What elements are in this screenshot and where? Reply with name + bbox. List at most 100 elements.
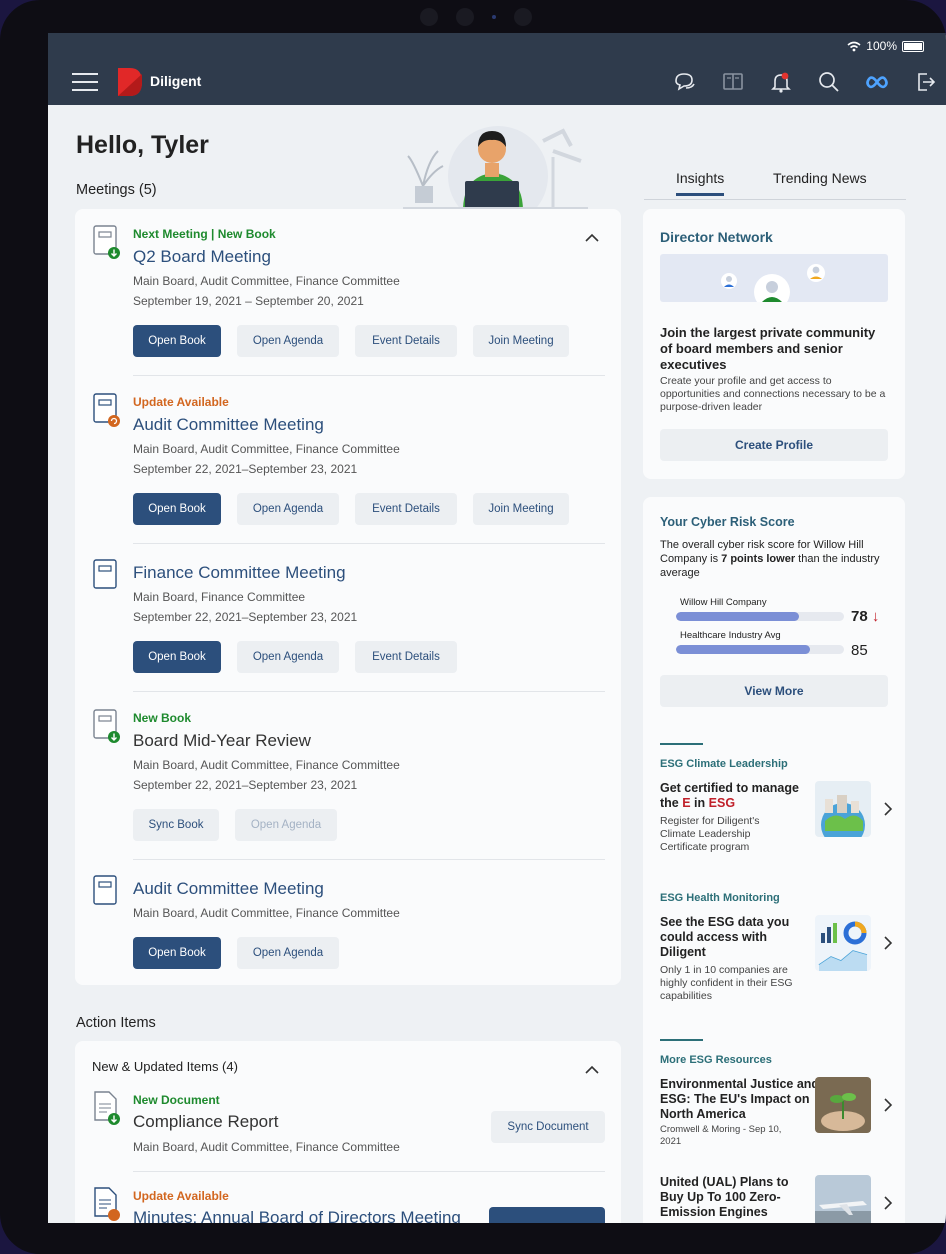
- meeting-groups: Main Board, Audit Committee, Finance Com…: [133, 906, 400, 920]
- insights-card: Your Cyber Risk Score The overall cyber …: [643, 497, 905, 1223]
- esg-body: Cromwell & Moring - Sep 10, 2021: [660, 1124, 782, 1147]
- esg-category: ESG Health Monitoring: [660, 892, 780, 904]
- chevron-right-icon[interactable]: [883, 935, 893, 951]
- menu-icon[interactable]: [72, 73, 98, 91]
- primary-action-button[interactable]: [489, 1207, 605, 1223]
- open-book-button[interactable]: Open Book: [133, 937, 221, 969]
- esg-body: Register for Diligent's Climate Leadersh…: [660, 815, 760, 853]
- book-update-icon: [93, 393, 120, 427]
- main-content: Hello, Tyler Meetings (5) Next Meeting |…: [48, 105, 946, 1223]
- open-agenda-button[interactable]: Open Agenda: [237, 937, 339, 969]
- connect-icon[interactable]: [864, 69, 890, 95]
- action-items-heading: Action Items: [76, 1015, 156, 1031]
- document-new-icon: [94, 1091, 120, 1125]
- bar-label: Healthcare Industry Avg: [680, 630, 781, 641]
- meeting-groups: Main Board, Audit Committee, Finance Com…: [133, 758, 400, 772]
- meetings-card: Next Meeting | New Book Q2 Board Meeting…: [75, 209, 621, 985]
- book-new-icon: [93, 225, 120, 259]
- airplane-thumbnail: [815, 1175, 871, 1223]
- open-book-button[interactable]: Open Book: [133, 325, 221, 357]
- chevron-right-icon[interactable]: [883, 801, 893, 817]
- create-profile-button[interactable]: Create Profile: [660, 429, 888, 461]
- meeting-title[interactable]: Finance Committee Meeting: [133, 563, 346, 583]
- join-meeting-button[interactable]: Join Meeting: [473, 325, 569, 357]
- bell-icon[interactable]: [768, 69, 794, 95]
- meeting-title[interactable]: Q2 Board Meeting: [133, 247, 271, 267]
- cyber-risk-text: The overall cyber risk score for Willow …: [660, 539, 880, 579]
- collapse-icon[interactable]: [585, 231, 599, 245]
- score-bar: [676, 645, 844, 654]
- document-tag: Update Available: [133, 1189, 229, 1203]
- event-details-button[interactable]: Event Details: [355, 325, 457, 357]
- event-details-button[interactable]: Event Details: [355, 493, 457, 525]
- device-frame: 100% Diligent Hello, Tyler Meetings (5) …: [0, 0, 946, 1254]
- diligent-logo: [118, 68, 142, 96]
- network-illustration: [660, 254, 888, 302]
- search-icon[interactable]: [816, 69, 842, 95]
- sync-document-button[interactable]: Sync Document: [491, 1111, 605, 1143]
- meeting-dates: September 22, 2021–September 23, 2021: [133, 462, 358, 476]
- open-agenda-button[interactable]: Open Agenda: [237, 493, 339, 525]
- battery-icon: [902, 40, 924, 52]
- esg-headline[interactable]: Environmental Justice and ESG: The EU's …: [660, 1077, 825, 1122]
- divider: [133, 543, 605, 544]
- esg-headline[interactable]: Get certified to manage the E in ESG: [660, 781, 805, 811]
- library-icon[interactable]: [720, 69, 746, 95]
- meeting-tag: Next Meeting | New Book: [133, 227, 276, 241]
- meeting-tag: New Book: [133, 711, 192, 725]
- meeting-groups: Main Board, Audit Committee, Finance Com…: [133, 442, 400, 456]
- tab-insights[interactable]: Insights: [676, 170, 725, 196]
- meeting-title[interactable]: Audit Committee Meeting: [133, 879, 324, 899]
- arrow-down-icon: ↓: [871, 608, 880, 625]
- app-bar: Diligent: [48, 57, 946, 105]
- status-bar: 100%: [48, 33, 946, 57]
- meeting-title[interactable]: Audit Committee Meeting: [133, 415, 324, 435]
- battery-percent: 100%: [866, 39, 897, 53]
- sync-book-button[interactable]: Sync Book: [133, 809, 219, 841]
- cyber-risk-title: Your Cyber Risk Score: [660, 515, 795, 529]
- open-book-button[interactable]: Open Book: [133, 641, 221, 673]
- meeting-title[interactable]: Board Mid-Year Review: [133, 731, 311, 751]
- director-network-body: Create your profile and get access to op…: [660, 375, 886, 413]
- open-agenda-button[interactable]: Open Agenda: [237, 325, 339, 357]
- collapse-icon[interactable]: [585, 1063, 599, 1077]
- camera-sensors: [420, 8, 532, 26]
- event-details-button[interactable]: Event Details: [355, 641, 457, 673]
- open-agenda-button[interactable]: Open Agenda: [237, 641, 339, 673]
- tab-trending-news[interactable]: Trending News: [773, 170, 867, 186]
- director-network-card: Director Network Join the largest privat…: [643, 209, 905, 479]
- open-agenda-button: Open Agenda: [235, 809, 337, 841]
- document-title[interactable]: Compliance Report: [133, 1112, 279, 1132]
- esg-headline[interactable]: See the ESG data you could access with D…: [660, 915, 815, 960]
- section-accent: [660, 743, 703, 745]
- document-groups: Main Board, Audit Committee, Finance Com…: [133, 1140, 400, 1154]
- news-headline[interactable]: United (UAL) Plans to Buy Up To 100 Zero…: [660, 1175, 815, 1220]
- book-icon: [93, 559, 117, 589]
- brand-name: Diligent: [150, 73, 202, 89]
- document-title[interactable]: Minutes: Annual Board of Directors Meeti…: [133, 1208, 461, 1223]
- logout-icon[interactable]: [912, 69, 938, 95]
- insights-tabs: Insights Trending News: [644, 169, 906, 200]
- meeting-dates: September 19, 2021 – September 20, 2021: [133, 294, 364, 308]
- meeting-tag: Update Available: [133, 395, 229, 409]
- meeting-groups: Main Board, Audit Committee, Finance Com…: [133, 274, 400, 288]
- esg-category: More ESG Resources: [660, 1054, 772, 1066]
- esg-category: ESG Climate Leadership: [660, 758, 788, 770]
- chat-icon[interactable]: [672, 69, 698, 95]
- chevron-right-icon[interactable]: [883, 1195, 893, 1211]
- document-tag: New Document: [133, 1093, 220, 1107]
- book-new-icon: [93, 709, 120, 743]
- open-book-button[interactable]: Open Book: [133, 493, 221, 525]
- director-network-headline: Join the largest private community of bo…: [660, 325, 876, 372]
- app-screen: 100% Diligent Hello, Tyler Meetings (5) …: [48, 33, 946, 1223]
- director-network-title: Director Network: [660, 229, 773, 245]
- workspace-illustration: [403, 126, 588, 211]
- join-meeting-button[interactable]: Join Meeting: [473, 493, 569, 525]
- wifi-icon: [847, 41, 861, 51]
- climate-thumbnail: [815, 781, 871, 837]
- chevron-right-icon[interactable]: [883, 1097, 893, 1113]
- view-more-button[interactable]: View More: [660, 675, 888, 707]
- industry-score: 85: [851, 642, 868, 659]
- divider: [133, 1171, 605, 1172]
- meetings-heading: Meetings (5): [76, 182, 157, 198]
